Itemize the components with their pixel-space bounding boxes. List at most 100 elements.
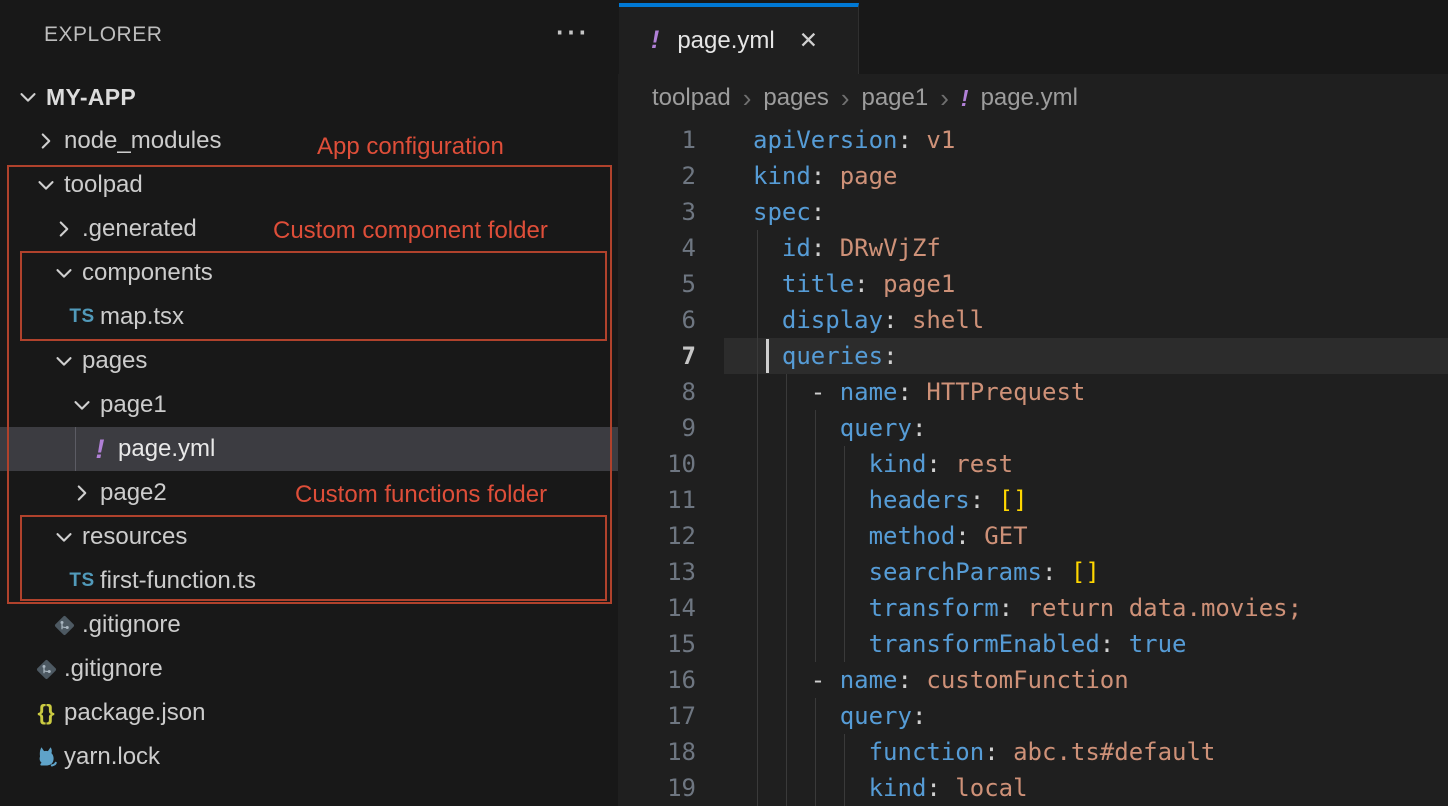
chevron-down-icon[interactable] [50,260,78,286]
tree-item-gitignore[interactable]: .gitignore [0,647,618,691]
code-line-6[interactable]: 6 display: shell [618,302,1448,338]
code-line-12[interactable]: 12 method: GET [618,518,1448,554]
breadcrumb-item-pages[interactable]: pages [763,84,828,112]
indent-guide [786,626,787,662]
breadcrumb-separator-icon: › [940,83,949,114]
code-line-content: kind: page [753,158,898,194]
tree-item-generated[interactable]: .generated [0,207,618,251]
code-line-15[interactable]: 15 transformEnabled: true [618,626,1448,662]
indent-guide [815,518,816,554]
line-number: 8 [618,378,712,406]
chevron-down-icon[interactable] [68,392,96,418]
typescript-icon: TS [69,306,94,328]
indent-guide [757,446,758,482]
breadcrumb: toolpad›pages›page1›!page.yml [618,74,1448,122]
code-line-2[interactable]: 2 kind: page [618,158,1448,194]
code-line-9[interactable]: 9 query: [618,410,1448,446]
chevron-down-icon[interactable] [50,348,78,374]
tree-item-label: components [82,259,213,287]
code-line-17[interactable]: 17 query: [618,698,1448,734]
chevron-down-icon[interactable] [14,84,42,110]
indent-guide [757,338,758,374]
tree-item-my-app[interactable]: MY-APP [0,75,618,119]
tree-item-page-yml[interactable]: !page.yml [0,427,618,471]
more-actions-icon[interactable]: ⋯ [554,15,588,49]
code-line-11[interactable]: 11 headers: [] [618,482,1448,518]
tab-label: page.yml [677,27,774,55]
indent-guide [786,446,787,482]
code-line-8[interactable]: 8 - name: HTTPrequest [618,374,1448,410]
yaml-warning-icon: ! [651,26,659,55]
code-line-13[interactable]: 13 searchParams: [] [618,554,1448,590]
indent-guide [786,590,787,626]
git-icon [34,657,59,682]
breadcrumb-item-toolpad[interactable]: toolpad [652,84,731,112]
code-line-7[interactable]: 7 queries: [618,338,1448,374]
line-number: 4 [618,234,712,262]
tree-item-pages[interactable]: pages [0,339,618,383]
code-line-content: transform: return data.movies; [753,590,1302,626]
chevron-down-icon[interactable] [50,524,78,550]
close-tab-icon[interactable]: ✕ [799,27,818,54]
tab-page-yml[interactable]: ! page.yml ✕ [619,3,859,74]
chevron-right-icon[interactable] [68,480,96,506]
breadcrumb-separator-icon: › [743,83,752,114]
indent-guide [786,554,787,590]
code-editor[interactable]: 1apiVersion: v1 2 kind: page3spec:4 id: DR… [618,122,1448,806]
indent-guide [815,590,816,626]
vscode-window: EXPLORER ⋯ MY-APPnode_modulestoolpad.gen… [0,0,1448,806]
tree-item-page1[interactable]: page1 [0,383,618,427]
tree-item-toolpad[interactable]: toolpad [0,163,618,207]
indent-guide [757,374,758,410]
indent-guide [757,590,758,626]
chevron-right-icon[interactable] [50,216,78,242]
indent-guide [815,410,816,446]
tree-item-resources[interactable]: resources [0,515,618,559]
indent-guide [815,554,816,590]
code-line-3[interactable]: 3spec: [618,194,1448,230]
tree-item-first-function-ts[interactable]: TSfirst-function.ts [0,559,618,603]
indent-guide [757,266,758,302]
line-number: 15 [618,630,712,658]
code-line-18[interactable]: 18 function: abc.ts#default [618,734,1448,770]
code-line-4[interactable]: 4 id: DRwVjZf [618,230,1448,266]
tree-item-page2[interactable]: page2 [0,471,618,515]
code-line-1[interactable]: 1apiVersion: v1 [618,122,1448,158]
tree-item-map-tsx[interactable]: TSmap.tsx [0,295,618,339]
indent-guide [844,482,845,518]
indent-guide [844,770,845,806]
code-line-content: title: page1 [753,266,955,302]
tree-item-yarn-lock[interactable]: yarn.lock [0,735,618,779]
indent-guide [815,734,816,770]
indent-guide [757,302,758,338]
tree-item-label: node_modules [64,127,221,155]
code-line-14[interactable]: 14 transform: return data.movies; [618,590,1448,626]
chevron-down-icon[interactable] [32,172,60,198]
typescript-icon: TS [69,570,94,592]
chevron-right-icon[interactable] [32,128,60,154]
code-line-content: kind: local [753,770,1028,806]
breadcrumb-item-page1[interactable]: page1 [861,84,928,112]
tree-item-components[interactable]: components [0,251,618,295]
indent-guide [786,770,787,806]
line-number: 9 [618,414,712,442]
code-line-19[interactable]: 19 kind: local [618,770,1448,806]
tree-item-package-json[interactable]: {}package.json [0,691,618,735]
code-line-5[interactable]: 5 title: page1 [618,266,1448,302]
code-line-16[interactable]: 16 - name: customFunction [618,662,1448,698]
indent-guide [786,734,787,770]
indent-guide [786,482,787,518]
indent-guide [757,554,758,590]
tab-bar: ! page.yml ✕ [618,0,1448,74]
code-line-content: display: shell [753,302,984,338]
code-line-10[interactable]: 10 kind: rest [618,446,1448,482]
line-number: 14 [618,594,712,622]
line-number: 2 [618,162,712,190]
code-line-content: transformEnabled: true [753,626,1186,662]
tree-item-node-modules[interactable]: node_modules [0,119,618,163]
code-line-content: function: abc.ts#default [753,734,1215,770]
tree-item-gitignore[interactable]: .gitignore [0,603,618,647]
breadcrumb-item-file[interactable]: page.yml [981,84,1078,112]
tree-item-label: package.json [64,699,205,727]
code-line-content: - name: customFunction [753,662,1129,698]
